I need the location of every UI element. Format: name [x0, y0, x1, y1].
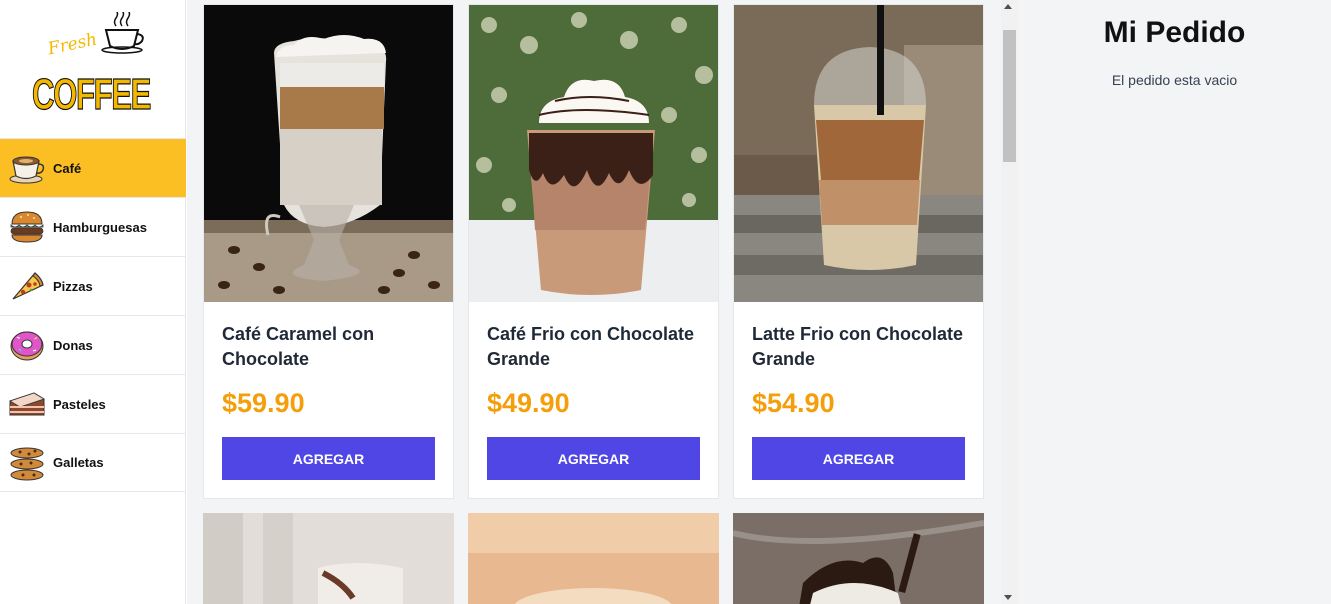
product-card-partial [733, 513, 984, 604]
add-to-order-button[interactable]: Agregar [487, 437, 700, 480]
product-card-partial [468, 513, 719, 604]
product-card: Café Frio con Chocolate Grande $49.90 Ag… [468, 4, 719, 499]
category-item-pizzas[interactable]: Pizzas [0, 256, 186, 315]
product-grid: Café Caramel con Chocolate $59.90 Agrega… [187, 0, 1001, 604]
product-grid-scrollbar[interactable] [1001, 0, 1018, 604]
category-item-cafe[interactable]: Café [0, 138, 186, 197]
svg-text:Fresh: Fresh [45, 29, 99, 59]
category-item-donas[interactable]: Donas [0, 315, 186, 374]
donut-icon [7, 325, 47, 365]
cake-slice-icon [7, 384, 47, 424]
category-item-galletas[interactable]: Galletas [0, 433, 186, 492]
category-item-hamburguesas[interactable]: Hamburguesas [0, 197, 186, 256]
scroll-up-arrow-icon[interactable] [1004, 4, 1012, 9]
scroll-thumb[interactable] [1003, 30, 1016, 162]
category-label: Donas [53, 337, 93, 353]
cookies-icon [7, 443, 47, 483]
add-to-order-button[interactable]: Agregar [222, 437, 435, 480]
product-image [734, 5, 983, 302]
product-card: Latte Frio con Chocolate Grande $54.90 A… [733, 4, 984, 499]
category-label: Pasteles [53, 396, 106, 412]
product-image [733, 513, 984, 604]
fresh-coffee-logo: Fresh COFFEE [30, 9, 156, 120]
add-to-order-button[interactable]: Agregar [752, 437, 965, 480]
coffee-cup-icon [7, 148, 47, 188]
order-title: Mi Pedido [1103, 16, 1246, 49]
product-price: $49.90 [487, 388, 570, 418]
product-price: $59.90 [222, 388, 305, 418]
app-root: Fresh COFFEE Café Hamburguesas Pizzas Do… [0, 0, 1331, 604]
product-name: Latte Frio con Chocolate Grande [752, 324, 964, 369]
product-name: Café Frio con Chocolate Grande [487, 324, 695, 369]
product-image [469, 5, 718, 302]
sidebar: Fresh COFFEE Café Hamburguesas Pizzas Do… [0, 0, 186, 604]
category-label: Café [53, 160, 82, 176]
order-panel: Mi Pedido El pedido esta vacio [1018, 0, 1331, 604]
category-list: Café Hamburguesas Pizzas Donas Pasteles … [0, 138, 186, 492]
category-item-pasteles[interactable]: Pasteles [0, 374, 186, 433]
product-price: $54.90 [752, 388, 835, 418]
product-image [203, 513, 454, 604]
product-image [468, 513, 719, 604]
product-card: Café Caramel con Chocolate $59.90 Agrega… [203, 4, 454, 499]
product-name: Café Caramel con Chocolate [222, 324, 375, 369]
burger-icon [7, 207, 47, 247]
category-label: Galletas [53, 455, 104, 470]
category-label: Pizzas [53, 278, 93, 294]
category-label: Hamburguesas [53, 219, 147, 235]
svg-text:COFFEE: COFFEE [32, 70, 150, 114]
pizza-slice-icon [7, 266, 47, 306]
scroll-down-arrow-icon[interactable] [1004, 595, 1012, 600]
product-image [204, 5, 453, 302]
product-card-partial [203, 513, 454, 604]
order-empty-message: El pedido esta vacio [1111, 72, 1238, 88]
